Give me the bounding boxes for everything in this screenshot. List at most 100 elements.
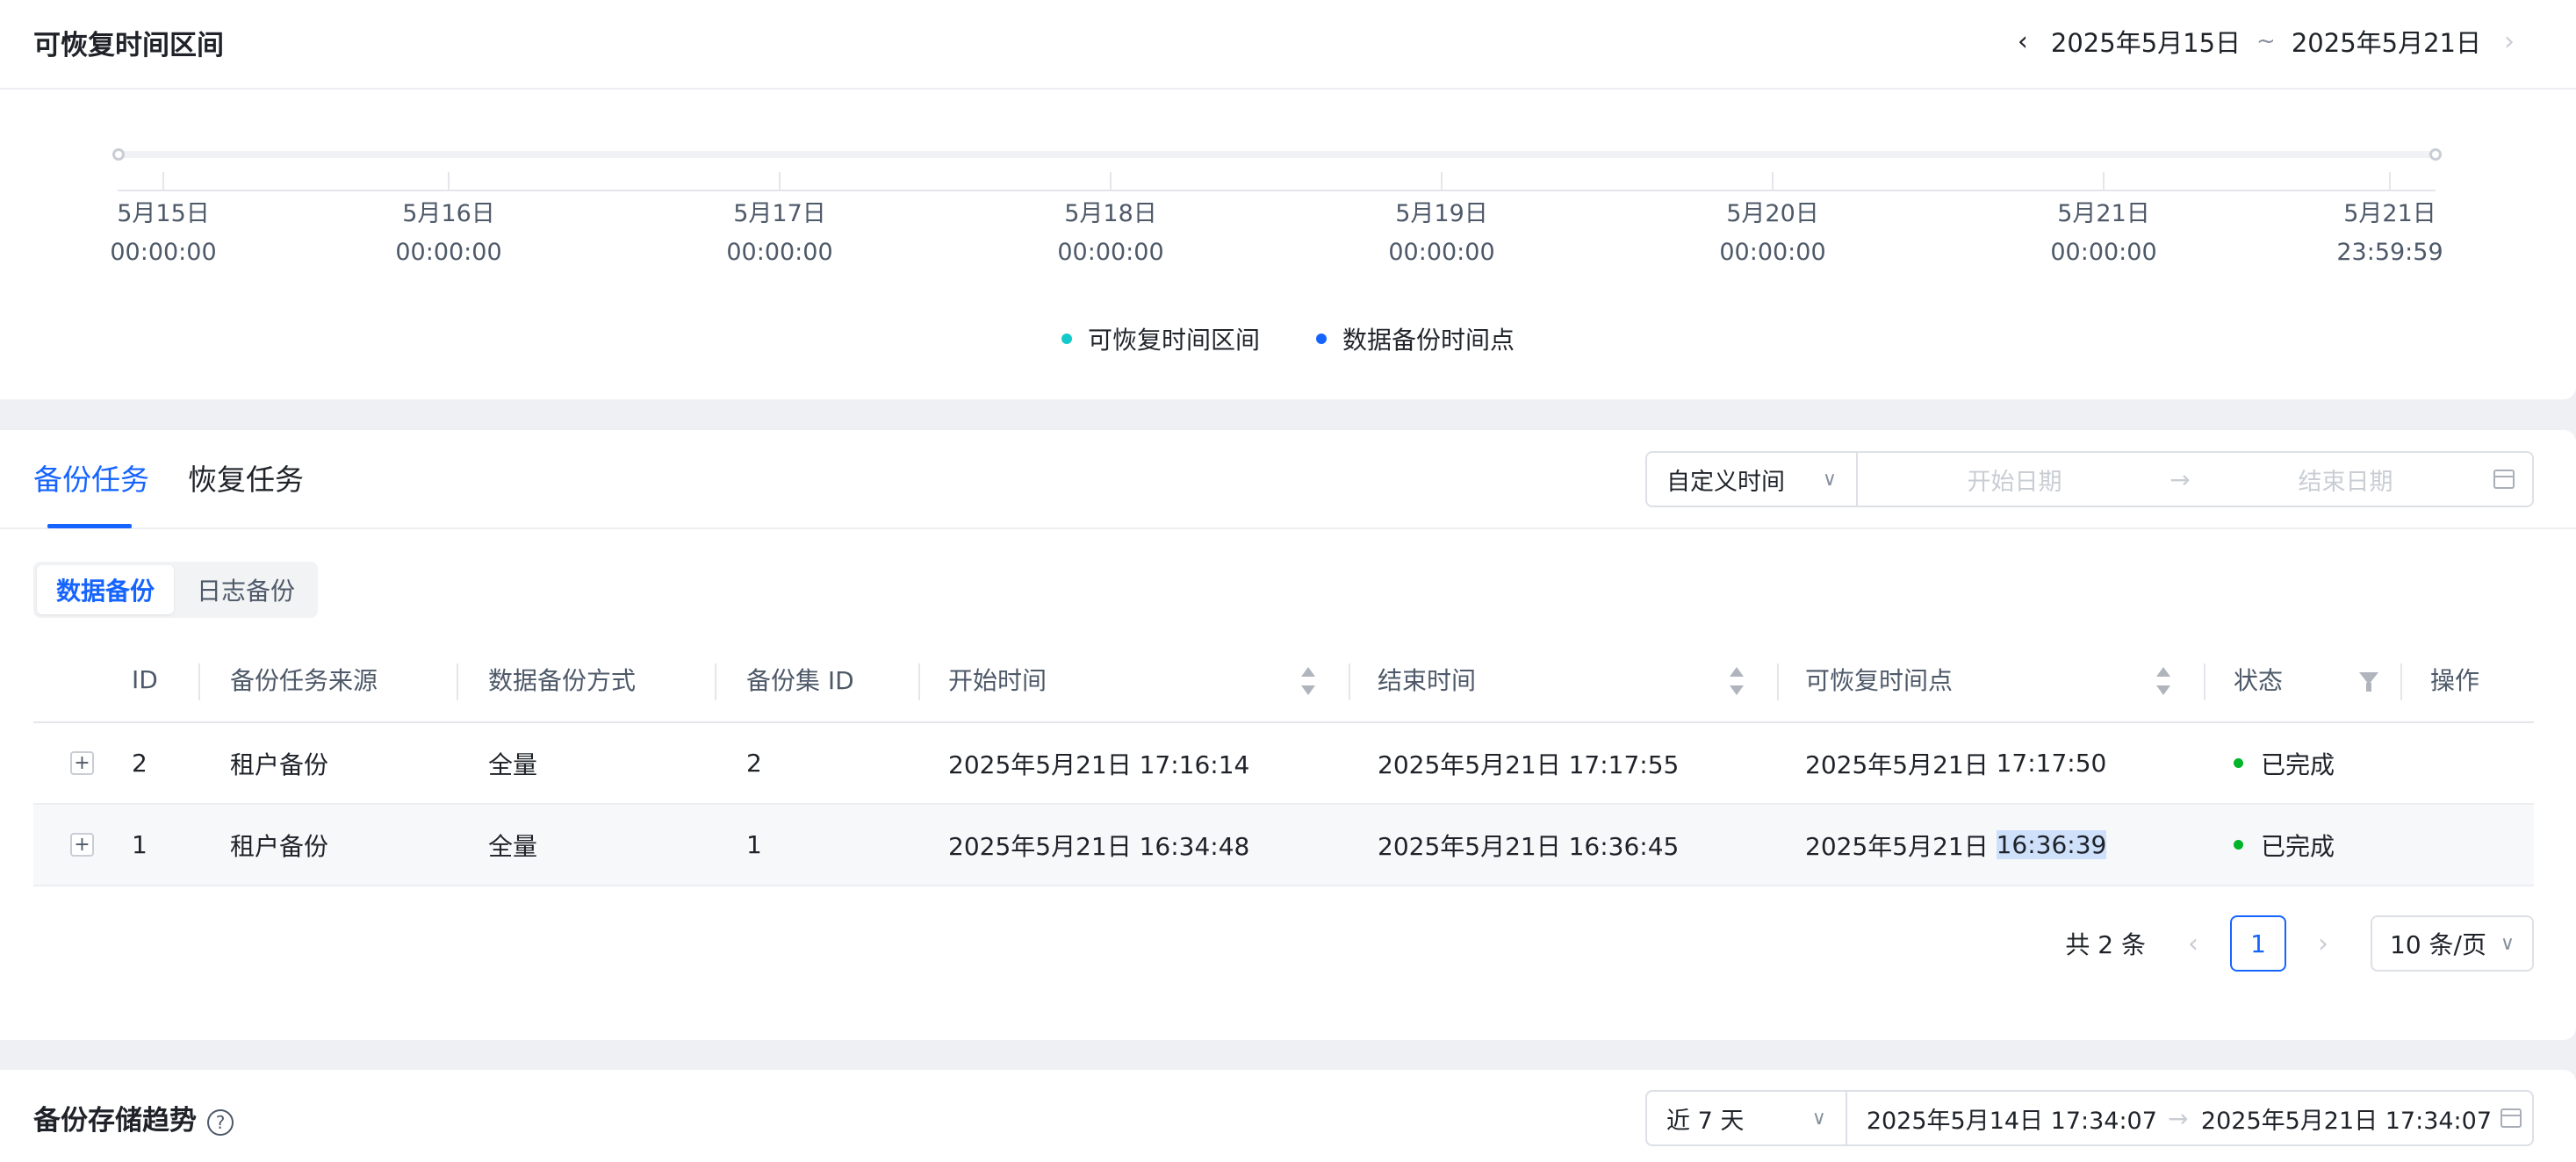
column-divider xyxy=(198,663,200,700)
calendar-icon[interactable] xyxy=(2493,470,2515,489)
range-navigator: ‹ 2025年5月15日 ~ 2025年5月21日 › xyxy=(2005,19,2527,63)
range-end-date: 2025年5月21日 xyxy=(2291,28,2481,58)
sort-icon[interactable] xyxy=(1730,667,1744,695)
timeline-legend: 可恢复时间区间 数据备份时间点 xyxy=(0,321,2576,356)
pagination: 共 2 条 ‹ 1 › 10 条/页 ∨ xyxy=(2065,915,2534,972)
storage-date-filter: 近 7 天 ∨ 2025年5月14日 17:34:07 → 2025年5月21日… xyxy=(1645,1090,2534,1146)
status-dot-icon xyxy=(2234,758,2243,768)
timeline-tick xyxy=(2389,172,2391,190)
tick-date: 5月16日 xyxy=(402,200,495,227)
timeline-tick xyxy=(1772,172,1774,190)
page-size-value: 10 条/页 xyxy=(2390,930,2486,959)
timeline-tick xyxy=(779,172,781,190)
storage-trend-card: 备份存储趋势? 近 7 天 ∨ 2025年5月14日 17:34:07 → 20… xyxy=(0,1070,2576,1162)
column-divider xyxy=(918,663,920,700)
column-restore-point[interactable]: 可恢复时间点 xyxy=(1805,637,1953,721)
cell-id: 2 xyxy=(132,749,148,778)
timeline-tick-label: 5月15日 00:00:00 xyxy=(76,195,251,272)
page-button-current[interactable]: 1 xyxy=(2230,915,2286,972)
column-divider xyxy=(2204,663,2205,700)
chevron-down-icon: ∨ xyxy=(2500,932,2515,955)
tab-backup-tasks[interactable]: 备份任务 xyxy=(33,456,149,499)
chevron-right-icon[interactable]: › xyxy=(2295,915,2351,972)
tick-date: 5月21日 xyxy=(2343,200,2436,227)
chevron-left-icon[interactable]: ‹ xyxy=(2165,915,2221,972)
legend-item-backup-point[interactable]: 数据备份时间点 xyxy=(1316,321,1515,356)
column-start-time[interactable]: 开始时间 xyxy=(948,637,1047,721)
cell-start-time: 2025年5月21日 16:34:48 xyxy=(948,831,1250,861)
chevron-right-icon[interactable]: › xyxy=(2492,19,2527,63)
column-source: 备份任务来源 xyxy=(230,666,378,695)
dot-icon xyxy=(1061,334,1072,344)
tick-date: 5月15日 xyxy=(117,200,210,227)
restore-range-title: 可恢复时间区间 xyxy=(33,30,224,61)
timeline-tick xyxy=(1441,172,1443,190)
column-end-time[interactable]: 结束时间 xyxy=(1378,637,1476,721)
tick-time: 23:59:59 xyxy=(2336,239,2443,266)
column-divider xyxy=(1349,663,1350,700)
chevron-left-icon[interactable]: ‹ xyxy=(2005,19,2040,63)
table-row: + 1 租户备份 全量 1 2025年5月21日 16:34:48 2025年5… xyxy=(33,805,2534,886)
cell-method: 全量 xyxy=(488,750,538,779)
end-date-input[interactable]: 结束日期 xyxy=(2206,463,2485,497)
timeline-tick-label: 5月16日 00:00:00 xyxy=(361,195,536,272)
start-date-input[interactable]: 开始日期 xyxy=(1875,463,2154,497)
expand-row-button[interactable]: + xyxy=(70,751,94,775)
sort-icon[interactable] xyxy=(1301,667,1315,695)
storage-date-range-input[interactable]: 2025年5月14日 17:34:07 → 2025年5月21日 17:34:0… xyxy=(1847,1092,2532,1144)
tick-time: 00:00:00 xyxy=(2050,239,2157,266)
time-mode-value: 自定义时间 xyxy=(1666,468,1785,496)
range-start-date: 2025年5月15日 xyxy=(2050,28,2241,58)
timeline-tick-label: 5月21日 23:59:59 xyxy=(2302,195,2478,272)
restore-range-header: 可恢复时间区间 ‹ 2025年5月15日 ~ 2025年5月21日 › xyxy=(0,0,2576,90)
tick-time: 00:00:00 xyxy=(395,239,502,266)
timeline-tick-label: 5月17日 00:00:00 xyxy=(692,195,867,272)
restore-date: 2025年5月21日 xyxy=(1805,831,1989,861)
cell-restore-point: 2025年5月21日 17:17:50 xyxy=(1805,723,2106,803)
timeline-tick-label: 5月19日 00:00:00 xyxy=(1354,195,1529,272)
arrow-right-icon: → xyxy=(2169,464,2191,494)
storage-end-input[interactable]: 2025年5月21日 17:34:07 xyxy=(2199,1101,2492,1136)
arrow-right-icon: → xyxy=(2168,1103,2189,1133)
storage-trend-title-wrap: 备份存储趋势? xyxy=(33,1098,234,1137)
timeline-axis xyxy=(118,190,2436,191)
timeline-tick xyxy=(1110,172,1112,190)
tab-restore-tasks[interactable]: 恢复任务 xyxy=(188,456,304,499)
restore-range-card: 可恢复时间区间 ‹ 2025年5月15日 ~ 2025年5月21日 › 5月15… xyxy=(0,0,2576,399)
timeline-tick-label: 5月18日 00:00:00 xyxy=(1023,195,1198,272)
range-separator: ~ xyxy=(2256,28,2276,54)
restore-time-selected: 16:36:39 xyxy=(1996,830,2107,859)
question-circle-icon[interactable]: ? xyxy=(207,1108,234,1136)
legend-label: 可恢复时间区间 xyxy=(1087,326,1260,355)
status-text: 已完成 xyxy=(2261,750,2335,779)
tick-time: 00:00:00 xyxy=(726,239,833,266)
legend-item-restore-range[interactable]: 可恢复时间区间 xyxy=(1061,321,1260,356)
date-range-input[interactable]: 开始日期 → 结束日期 xyxy=(1858,453,2532,506)
table-row: + 2 租户备份 全量 2 2025年5月21日 17:16:14 2025年5… xyxy=(33,723,2534,805)
pagination-total: 共 2 条 xyxy=(2065,930,2146,959)
storage-range-select[interactable]: 近 7 天 ∨ xyxy=(1647,1092,1847,1144)
storage-trend-title: 备份存储趋势 xyxy=(33,1105,197,1137)
cell-set-id: 2 xyxy=(746,749,762,778)
column-divider xyxy=(457,663,458,700)
sort-icon[interactable] xyxy=(2156,667,2170,695)
expand-row-button[interactable]: + xyxy=(70,833,94,857)
column-divider xyxy=(715,663,716,700)
column-divider xyxy=(2400,663,2402,700)
segment-data-backup[interactable]: 数据备份 xyxy=(37,565,175,614)
cell-id: 1 xyxy=(132,830,148,859)
calendar-icon[interactable] xyxy=(2500,1108,2522,1128)
segment-log-backup[interactable]: 日志备份 xyxy=(177,565,314,614)
page-size-select[interactable]: 10 条/页 ∨ xyxy=(2371,915,2534,972)
storage-start-input[interactable]: 2025年5月14日 17:34:07 xyxy=(1865,1101,2157,1136)
task-tabs: 备份任务 恢复任务 自定义时间 ∨ 开始日期 → 结束日期 xyxy=(0,430,2576,529)
legend-label: 数据备份时间点 xyxy=(1342,326,1515,355)
filter-icon[interactable] xyxy=(2359,672,2378,692)
time-mode-select[interactable]: 自定义时间 ∨ xyxy=(1647,453,1858,506)
status-dot-icon xyxy=(2234,840,2243,850)
cell-start-time: 2025年5月21日 17:16:14 xyxy=(948,750,1250,779)
timeline-tick-label: 5月20日 00:00:00 xyxy=(1685,195,1860,272)
tick-time: 00:00:00 xyxy=(1719,239,1826,266)
timeline-start-handle xyxy=(112,148,125,161)
tick-date: 5月20日 xyxy=(1726,200,1819,227)
